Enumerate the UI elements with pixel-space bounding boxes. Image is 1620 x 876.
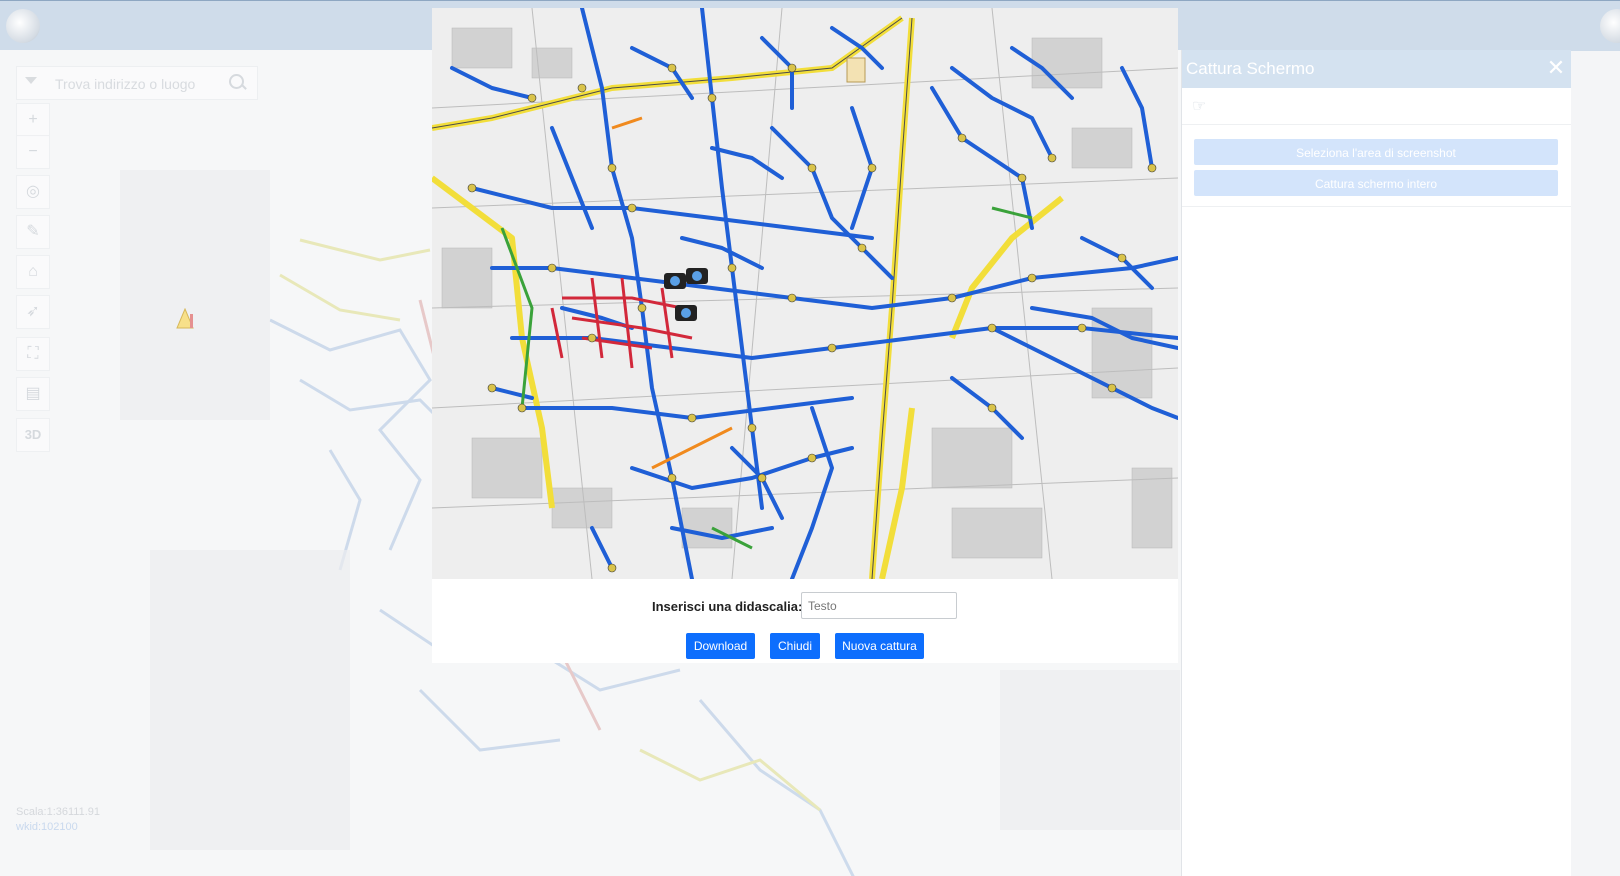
measure-button[interactable]: ✎ — [16, 215, 50, 249]
search-widget — [16, 66, 258, 101]
close-icon[interactable]: ✕ — [1544, 56, 1568, 80]
divider — [1182, 206, 1571, 207]
warning-marker-icon[interactable] — [176, 308, 194, 330]
home-button[interactable]: ⌂ — [16, 255, 50, 289]
compass-button[interactable]: ➶ — [16, 295, 50, 329]
full-screen-capture-button[interactable]: Cattura schermo intero — [1194, 170, 1558, 196]
screenshot-preview-image — [432, 8, 1178, 579]
close-button[interactable]: Chiudi — [770, 633, 820, 659]
pointer-hand-icon[interactable]: ☞ — [1192, 96, 1206, 116]
download-button[interactable]: Download — [686, 633, 755, 659]
3d-button[interactable]: 3D — [16, 418, 50, 452]
zoom-in-button[interactable]: + — [16, 103, 50, 137]
zoom-out-button[interactable]: − — [16, 135, 50, 169]
search-icon[interactable] — [229, 74, 244, 89]
caption-row: Inserisci una didascalia: — [432, 592, 1178, 622]
screenshot-preview-modal: Inserisci una didascalia: Download Chiud… — [432, 8, 1178, 663]
search-input[interactable] — [53, 67, 227, 101]
user-avatar[interactable] — [1600, 9, 1620, 43]
screenshot-panel: Cattura Schermo ✕ ☞ Seleziona l'area di … — [1181, 50, 1571, 876]
caption-input[interactable] — [801, 592, 957, 619]
locate-button[interactable]: ◎ — [16, 175, 50, 209]
wkid-readout[interactable]: wkid:102100 — [16, 821, 78, 833]
new-capture-button[interactable]: Nuova cattura — [835, 633, 924, 659]
scale-readout: Scala:1:36111.91 — [16, 806, 100, 818]
app-logo[interactable] — [6, 9, 40, 43]
panel-toolbar: ☞ — [1182, 88, 1571, 125]
panel-title: Cattura Schermo — [1186, 59, 1315, 78]
basemap-button[interactable]: ▤ — [16, 377, 50, 411]
select-area-button[interactable]: Seleziona l'area di screenshot — [1194, 139, 1558, 165]
fullscreen-button[interactable]: ⛶ — [16, 337, 50, 371]
caption-label: Inserisci una didascalia: — [652, 599, 803, 614]
panel-header: Cattura Schermo ✕ — [1182, 50, 1571, 88]
chevron-down-icon[interactable] — [25, 77, 37, 84]
